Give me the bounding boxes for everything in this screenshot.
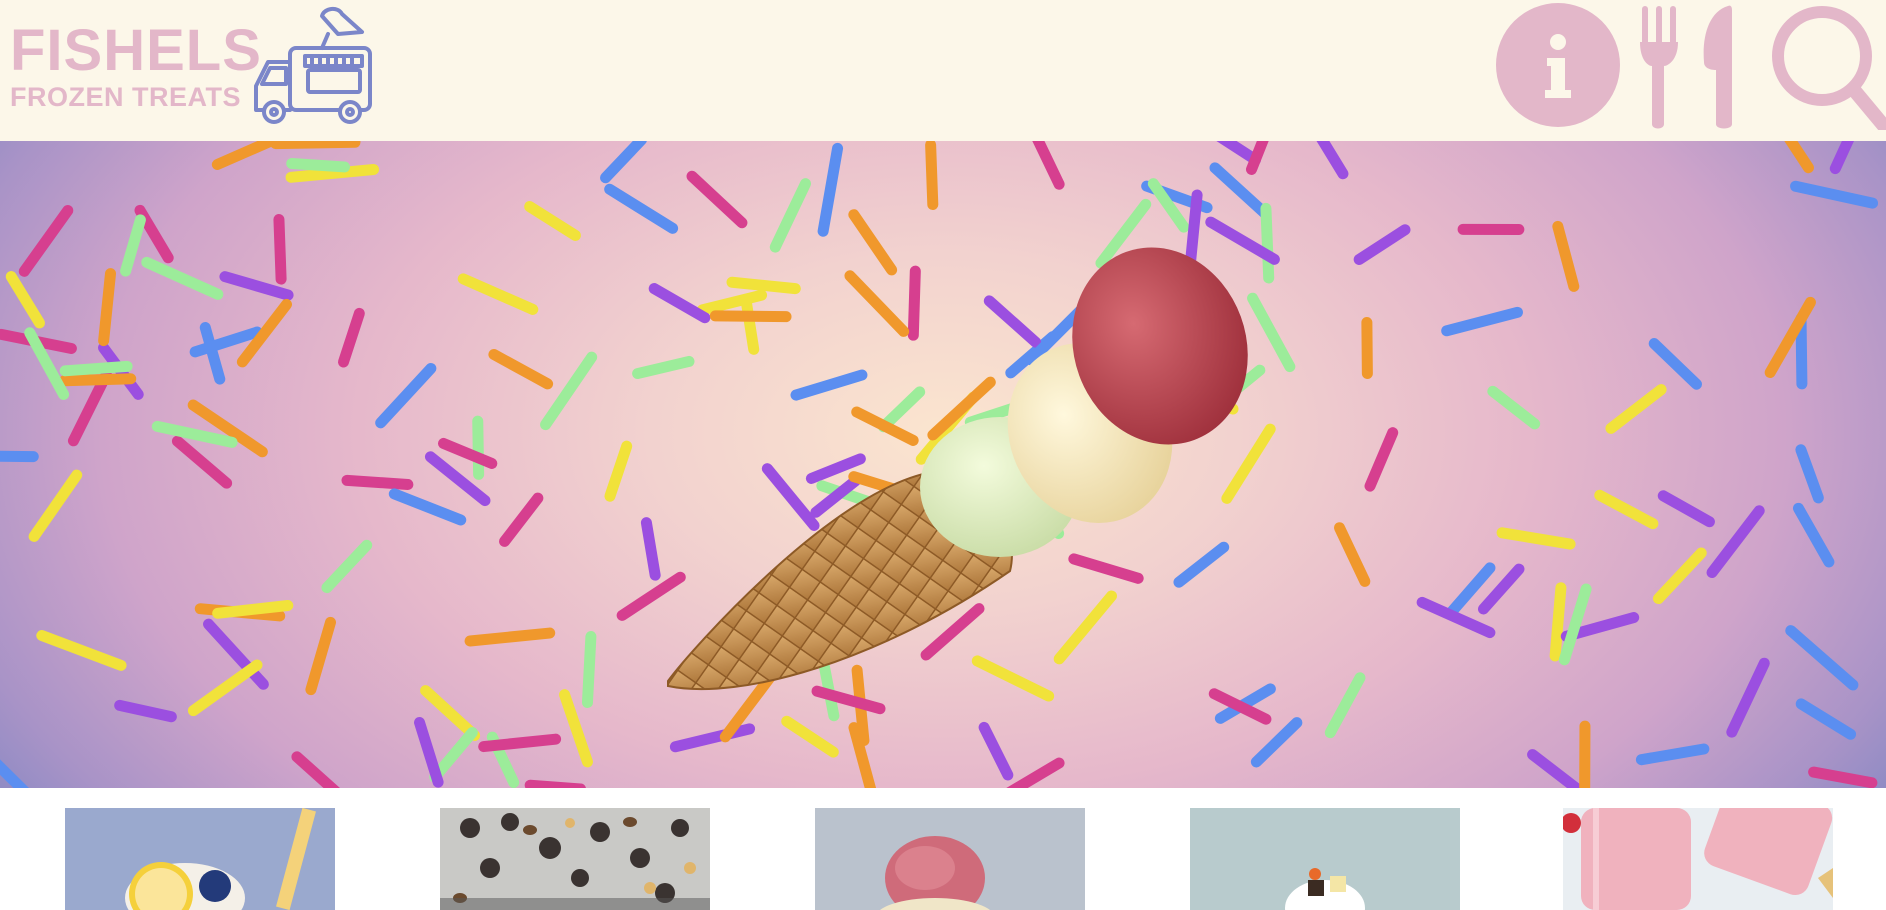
logo-title: FISHELS [10, 18, 262, 83]
info-icon[interactable] [1495, 2, 1621, 128]
strawberry-popsicles-image [1563, 808, 1833, 910]
thumbnail-popsicles[interactable] [1563, 808, 1833, 910]
ice-cream-cone-image [667, 247, 1248, 691]
ice-cream-truck-icon[interactable] [250, 4, 375, 128]
thumbnail-lemon-drink[interactable] [65, 808, 335, 910]
logo-subtitle: FROZEN TREATS [10, 82, 241, 112]
thumbnail-chocolate-chips[interactable] [440, 808, 710, 910]
thumbnail-strip [0, 788, 1886, 910]
thumbnail-pink-scoop[interactable] [815, 808, 1085, 910]
thumbnail-sundae[interactable] [1190, 808, 1460, 910]
pink-ice-cream-scoop-image [815, 808, 1085, 910]
site-header: FISHELS FROZEN TREATS [0, 0, 1886, 141]
fork-knife-icon[interactable] [1638, 2, 1738, 130]
hero-banner [0, 141, 1886, 788]
logo[interactable]: FISHELS FROZEN TREATS [10, 18, 262, 113]
search-icon[interactable] [1768, 2, 1886, 130]
chocolate-sundae-image [1190, 808, 1460, 910]
chocolate-chips-image [440, 808, 710, 910]
lemon-blueberry-drink-image [65, 808, 335, 910]
